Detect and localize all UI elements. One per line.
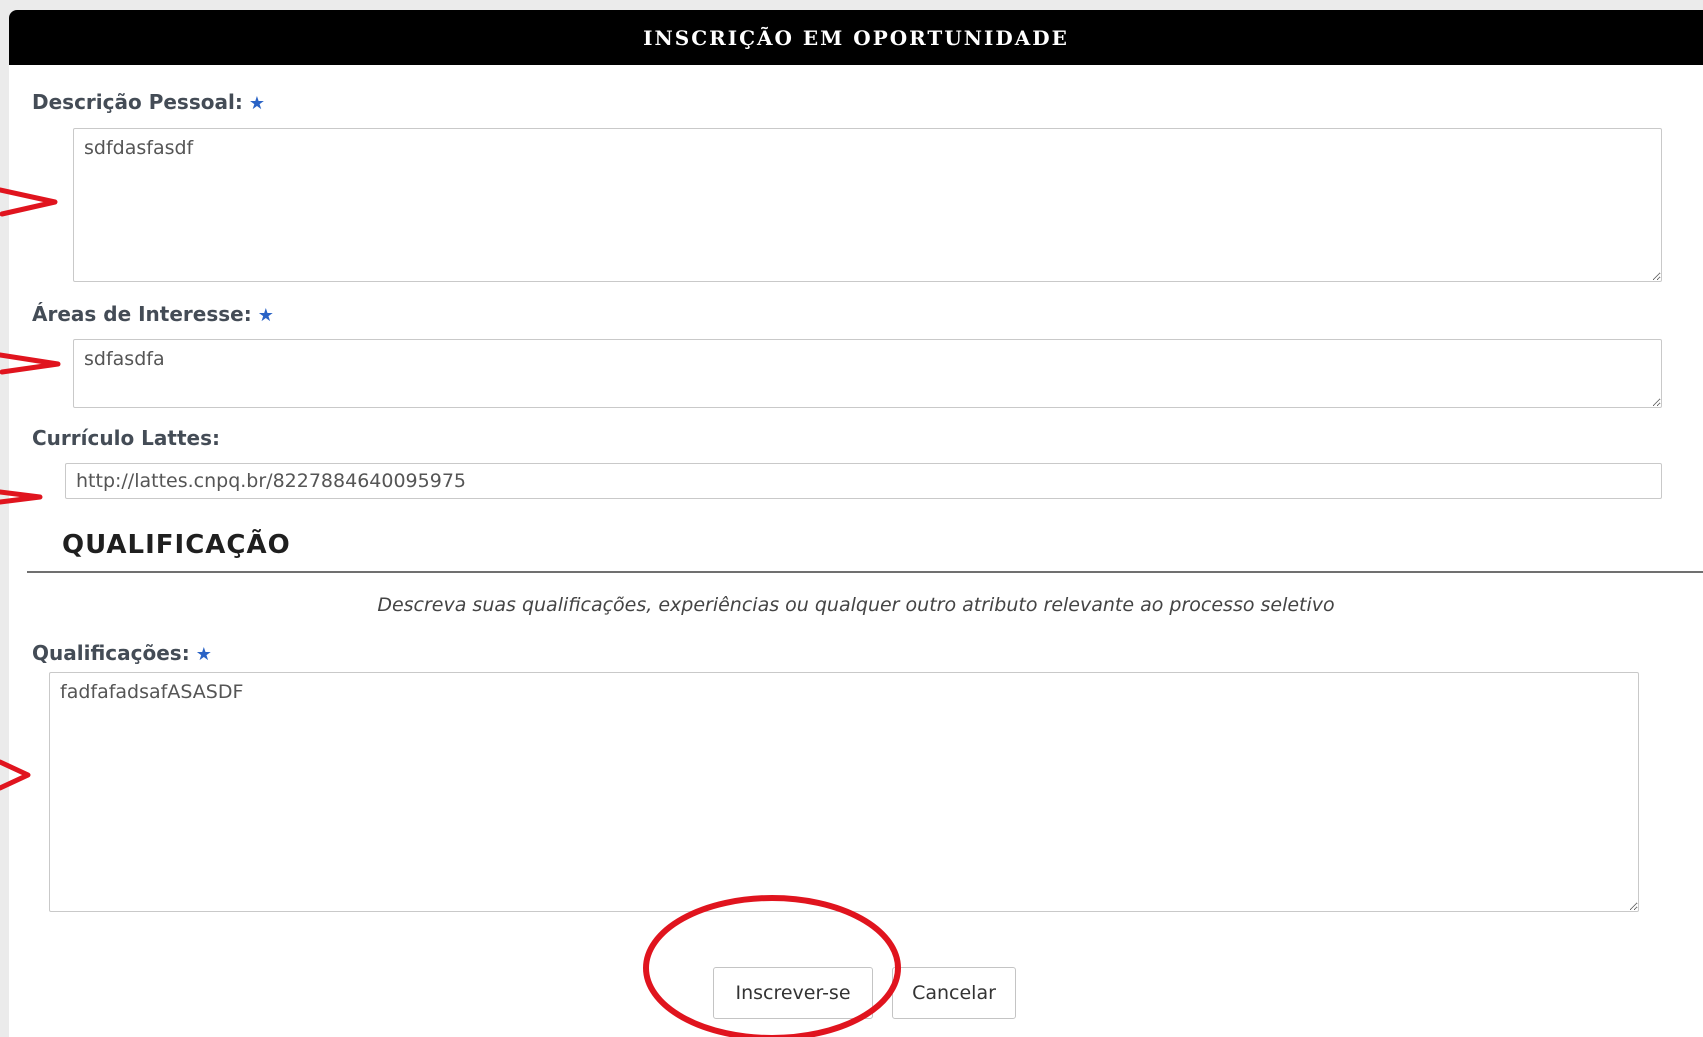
areas-of-interest-textarea[interactable]: sdfasdfa [73,339,1662,408]
panel-title: INSCRIÇÃO EM OPORTUNIDADE [643,25,1069,50]
qualification-section-title: QUALIFICAÇÃO [62,530,291,560]
required-star-icon: ★ [248,93,265,114]
panel-header: INSCRIÇÃO EM OPORTUNIDADE [9,10,1703,65]
qualification-section-note: Descreva suas qualificações, experiência… [377,594,1335,616]
lattes-label: Currículo Lattes: [32,426,220,450]
lattes-label-text: Currículo Lattes: [32,426,220,450]
personal-description-label: Descrição Pessoal: ★ [32,90,265,114]
required-star-icon: ★ [195,644,212,665]
personal-description-textarea[interactable]: sdfdasfasdf [73,128,1662,282]
subscribe-button[interactable]: Inscrever-se [713,967,873,1019]
subscription-panel: INSCRIÇÃO EM OPORTUNIDADE Descrição Pess… [9,10,1703,1037]
page: INSCRIÇÃO EM OPORTUNIDADE Descrição Pess… [0,0,1703,1037]
lattes-url-input[interactable] [65,463,1662,499]
required-star-icon: ★ [257,305,274,326]
section-divider [27,571,1703,573]
qualifications-textarea[interactable]: fadfafadsafASASDF [49,672,1639,912]
cancel-button[interactable]: Cancelar [892,967,1016,1019]
qualifications-label: Qualificações: ★ [32,641,212,665]
areas-of-interest-label-text: Áreas de Interesse: [32,302,252,326]
qualifications-label-text: Qualificações: [32,641,190,665]
personal-description-label-text: Descrição Pessoal: [32,90,243,114]
areas-of-interest-label: Áreas de Interesse: ★ [32,302,274,326]
